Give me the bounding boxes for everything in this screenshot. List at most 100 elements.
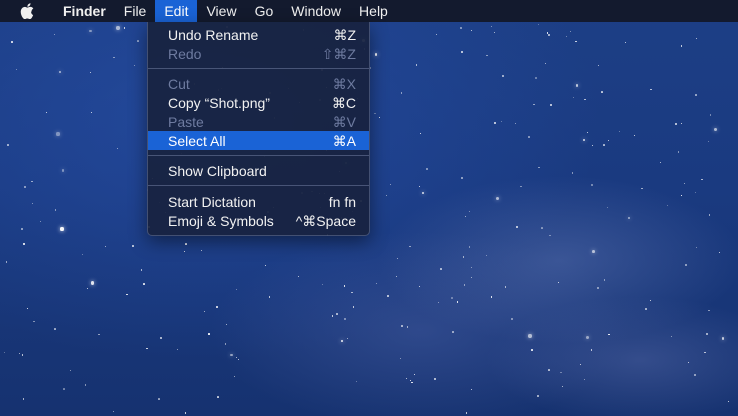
menu-separator: [148, 155, 369, 156]
menu-item-cut[interactable]: Cut ⌘X: [148, 74, 369, 93]
star: [688, 362, 689, 363]
star: [346, 338, 349, 340]
star: [701, 179, 703, 181]
menu-item-paste[interactable]: Paste ⌘V: [148, 112, 369, 131]
star: [694, 191, 697, 194]
star: [535, 76, 538, 79]
star: [386, 295, 389, 297]
star: [98, 333, 100, 336]
star: [183, 250, 185, 252]
star: [528, 334, 532, 338]
star: [490, 296, 493, 299]
menu-go[interactable]: Go: [246, 0, 283, 22]
star: [596, 287, 599, 290]
star: [718, 251, 720, 253]
menu-item-undo[interactable]: Undo Rename ⌘Z: [148, 25, 369, 44]
star: [19, 352, 20, 354]
star: [236, 357, 238, 359]
star: [413, 373, 415, 375]
star: [590, 184, 593, 186]
star: [452, 331, 454, 334]
star: [603, 279, 606, 281]
star: [680, 45, 682, 47]
star: [157, 398, 160, 400]
menu-item-label: Copy “Shot.png”: [168, 95, 270, 111]
edit-menu-dropdown: Undo Rename ⌘Z Redo ⇧⌘Z Cut ⌘X Copy “Sho…: [147, 22, 370, 236]
star: [533, 103, 536, 106]
star: [6, 144, 9, 146]
star: [46, 112, 48, 114]
star: [572, 96, 575, 99]
star: [216, 306, 218, 308]
star: [587, 131, 589, 133]
menu-item-show-clipboard[interactable]: Show Clipboard: [148, 161, 369, 180]
menu-item-emoji-symbols[interactable]: Emoji & Symbols ^⌘Space: [148, 211, 369, 230]
star: [680, 122, 682, 124]
star: [695, 94, 697, 96]
star: [379, 117, 381, 119]
menu-item-label: Start Dictation: [168, 194, 256, 210]
star: [592, 249, 596, 253]
star: [90, 111, 92, 113]
star: [592, 144, 594, 147]
star: [456, 301, 459, 303]
star: [133, 65, 135, 67]
star: [116, 26, 120, 30]
star: [586, 335, 590, 340]
star: [579, 363, 581, 365]
star: [356, 381, 358, 383]
star: [400, 357, 402, 359]
star: [560, 371, 562, 374]
menu-edit[interactable]: Edit: [155, 0, 198, 22]
menu-file[interactable]: File: [115, 0, 156, 22]
star: [89, 29, 93, 33]
star: [225, 323, 228, 326]
star: [683, 182, 686, 185]
menu-item-label: Emoji & Symbols: [168, 213, 274, 229]
star: [464, 216, 466, 218]
star: [419, 186, 420, 188]
menu-window[interactable]: Window: [282, 0, 350, 22]
star: [137, 40, 140, 43]
star: [63, 388, 66, 390]
star: [490, 26, 492, 28]
star: [650, 299, 651, 301]
star: [674, 123, 677, 126]
star: [112, 411, 114, 413]
menu-item-start-dictation[interactable]: Start Dictation fn fn: [148, 192, 369, 211]
star: [640, 187, 643, 190]
menu-item-copy[interactable]: Copy “Shot.png” ⌘C: [148, 93, 369, 112]
star: [297, 275, 300, 278]
star: [548, 33, 551, 36]
menu-item-shortcut: ⌘Z: [333, 27, 356, 43]
star: [633, 134, 635, 136]
star: [60, 227, 64, 231]
star: [58, 71, 61, 74]
star: [350, 291, 353, 294]
menu-item-label: Select All: [168, 133, 226, 149]
star: [233, 376, 235, 378]
star: [235, 288, 237, 290]
star: [84, 384, 87, 386]
star: [56, 132, 60, 136]
star: [11, 41, 14, 44]
apple-menu[interactable]: [0, 3, 54, 19]
star: [264, 265, 266, 267]
star: [536, 394, 539, 397]
star: [390, 184, 392, 186]
star: [375, 53, 378, 56]
star: [460, 27, 462, 29]
menu-item-select-all[interactable]: Select All ⌘A: [148, 131, 369, 150]
menu-help[interactable]: Help: [350, 0, 397, 22]
star: [557, 282, 559, 283]
menu-view[interactable]: View: [197, 0, 245, 22]
star: [463, 284, 466, 286]
menu-finder[interactable]: Finder: [54, 0, 115, 22]
star: [708, 213, 711, 216]
menu-item-redo[interactable]: Redo ⇧⌘Z: [148, 44, 369, 63]
star: [520, 185, 522, 188]
star: [375, 282, 378, 285]
star: [26, 308, 28, 310]
star: [331, 315, 334, 317]
star: [224, 343, 227, 346]
